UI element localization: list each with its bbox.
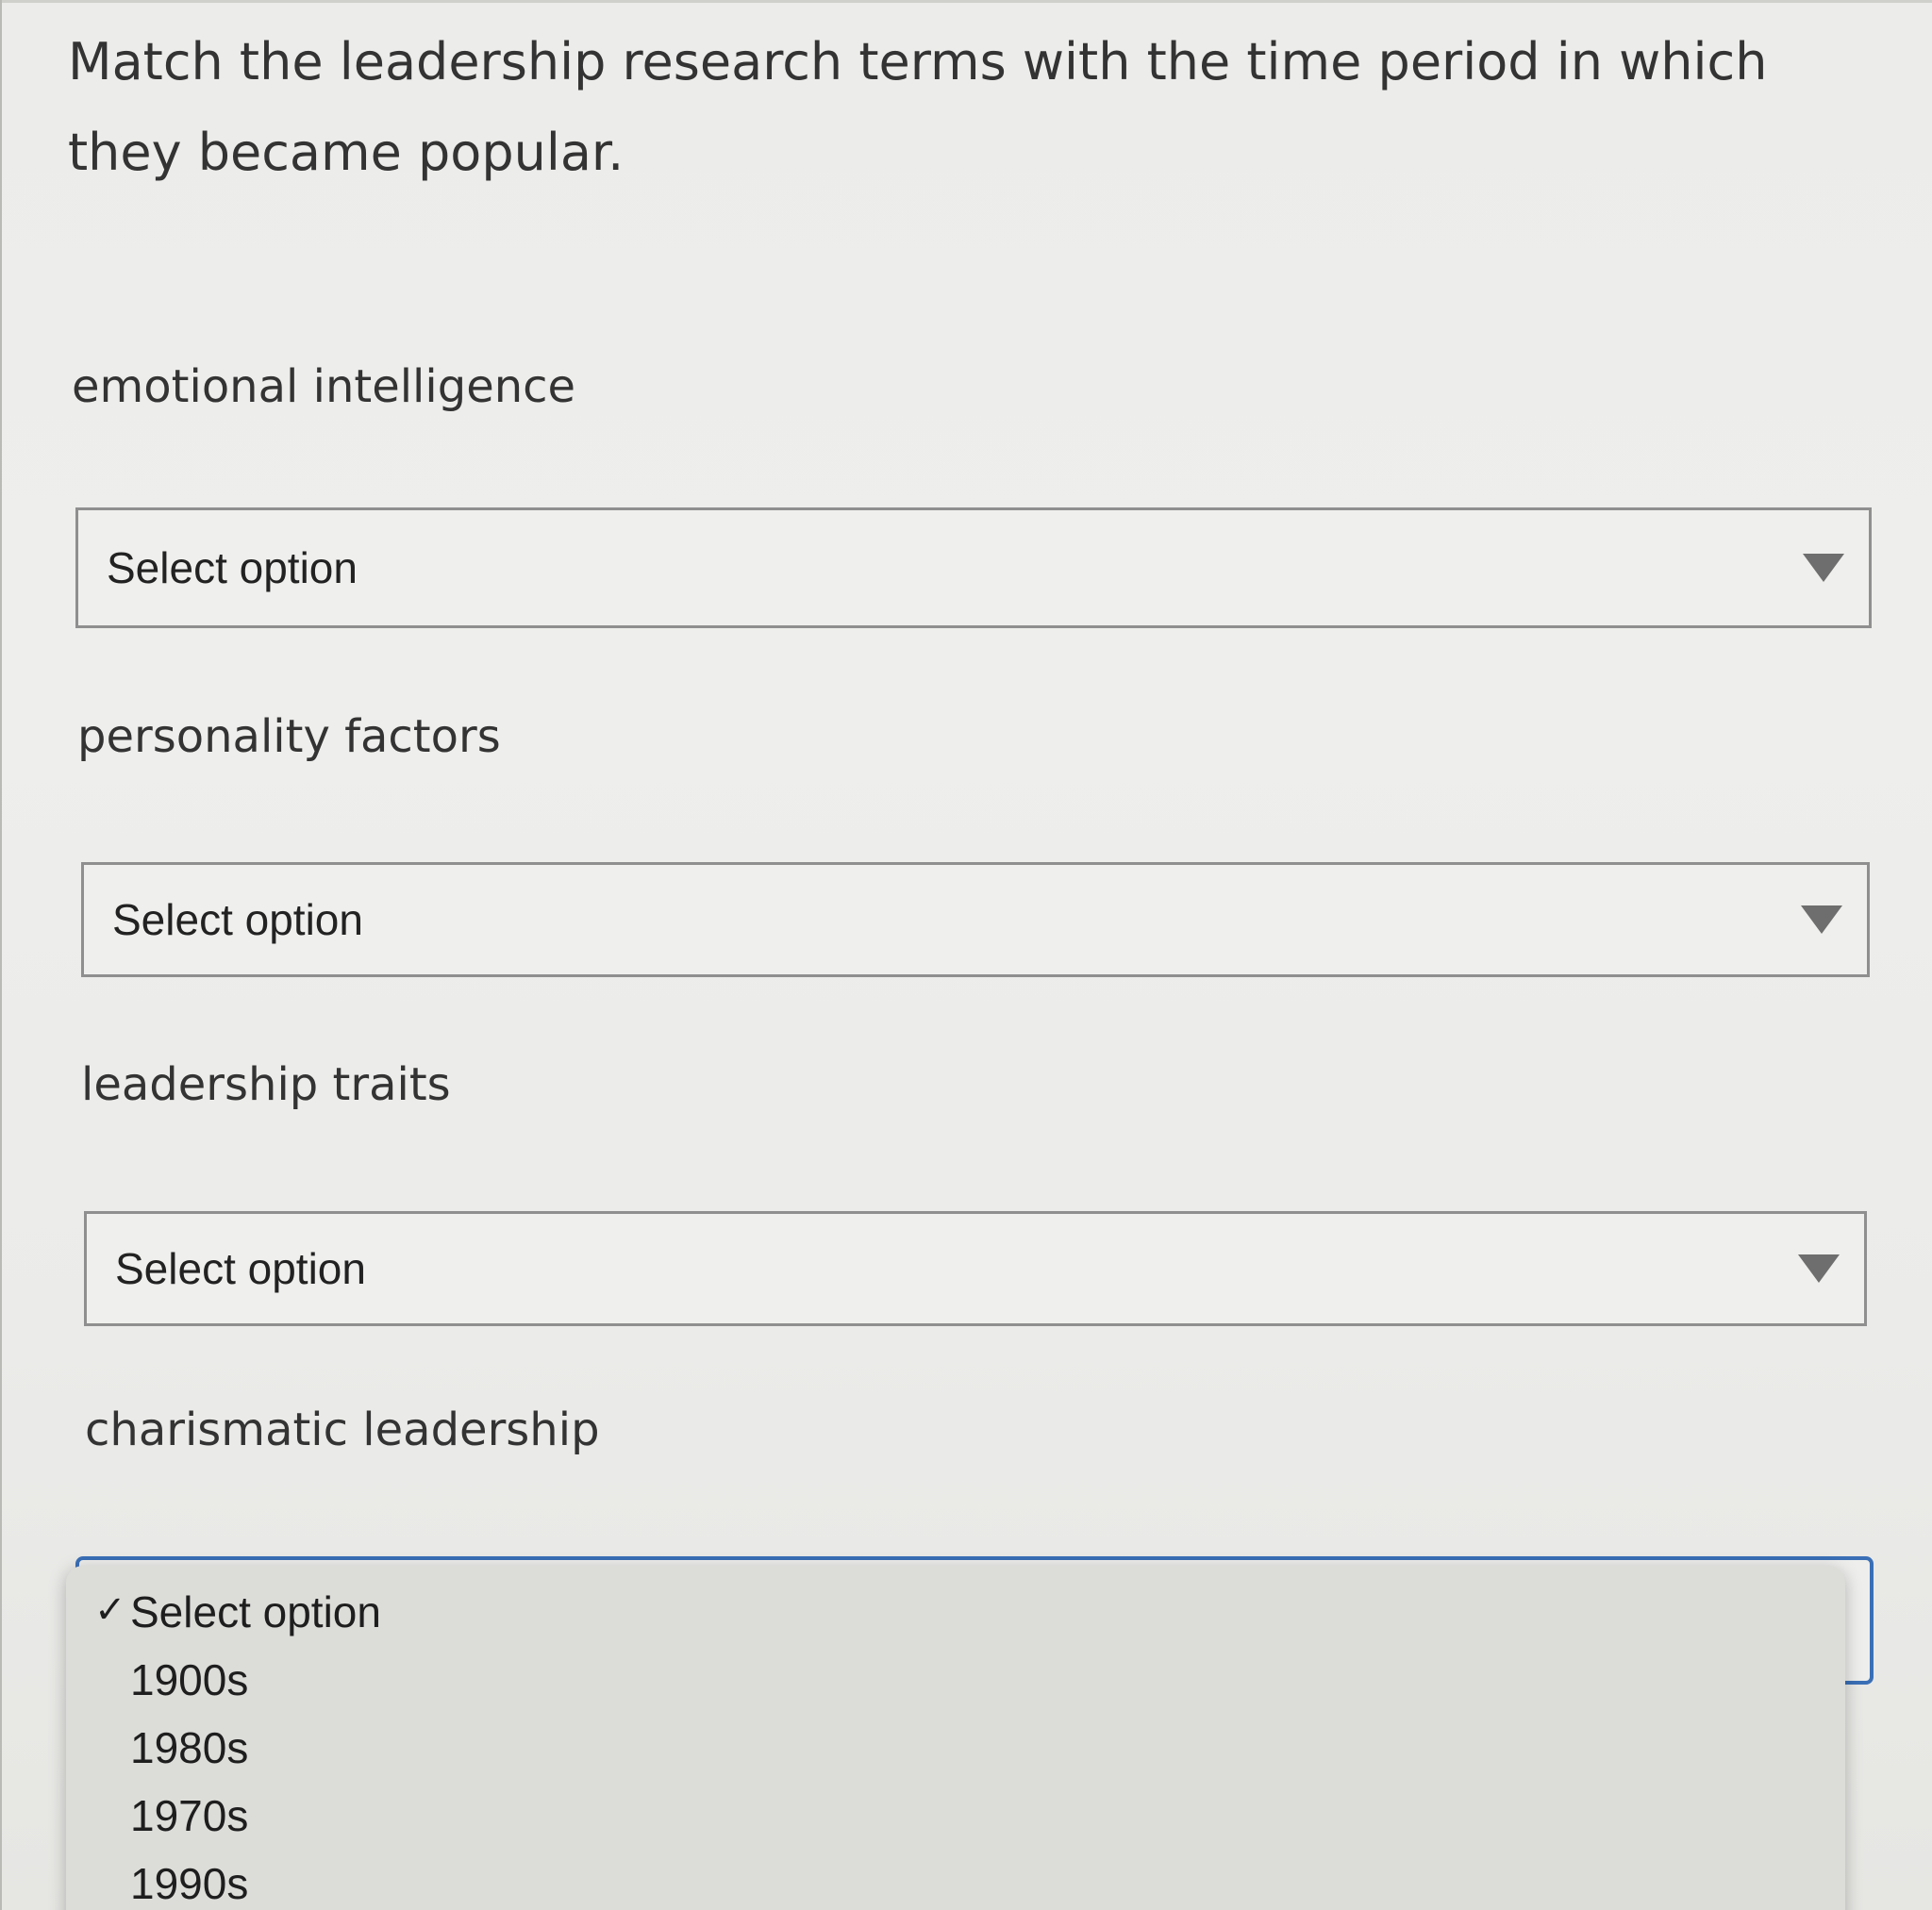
- option-1990s[interactable]: 1990s: [130, 1858, 248, 1909]
- chevron-down-icon: [1803, 554, 1844, 582]
- select-personality-factors[interactable]: Select option: [81, 862, 1870, 977]
- option-1900s[interactable]: 1900s: [130, 1654, 248, 1705]
- term-personality-factors: personality factors: [77, 710, 501, 763]
- checkmark-icon: ✓: [94, 1589, 126, 1631]
- option-1970s[interactable]: 1970s: [130, 1790, 248, 1841]
- select-leadership-traits[interactable]: Select option: [84, 1211, 1867, 1326]
- left-divider: [0, 0, 2, 1910]
- term-leadership-traits: leadership traits: [81, 1058, 451, 1111]
- question-prompt: Match the leadership research terms with…: [68, 32, 1768, 182]
- chevron-down-icon: [1801, 905, 1842, 934]
- option-1980s[interactable]: 1980s: [130, 1722, 248, 1773]
- dropdown-menu: ✓ Select option 1900s 1980s 1970s 1990s: [66, 1566, 1845, 1910]
- option-select-option[interactable]: ✓ Select option: [94, 1586, 381, 1637]
- select-value: Select option: [112, 895, 363, 944]
- term-charismatic-leadership: charismatic leadership: [85, 1403, 600, 1456]
- option-label: Select option: [130, 1587, 381, 1636]
- term-emotional-intelligence: emotional intelligence: [72, 360, 576, 413]
- chevron-down-icon: [1798, 1254, 1840, 1283]
- select-emotional-intelligence[interactable]: Select option: [75, 507, 1872, 628]
- select-value: Select option: [107, 543, 358, 592]
- select-value: Select option: [115, 1244, 366, 1293]
- top-divider: [0, 0, 1932, 3]
